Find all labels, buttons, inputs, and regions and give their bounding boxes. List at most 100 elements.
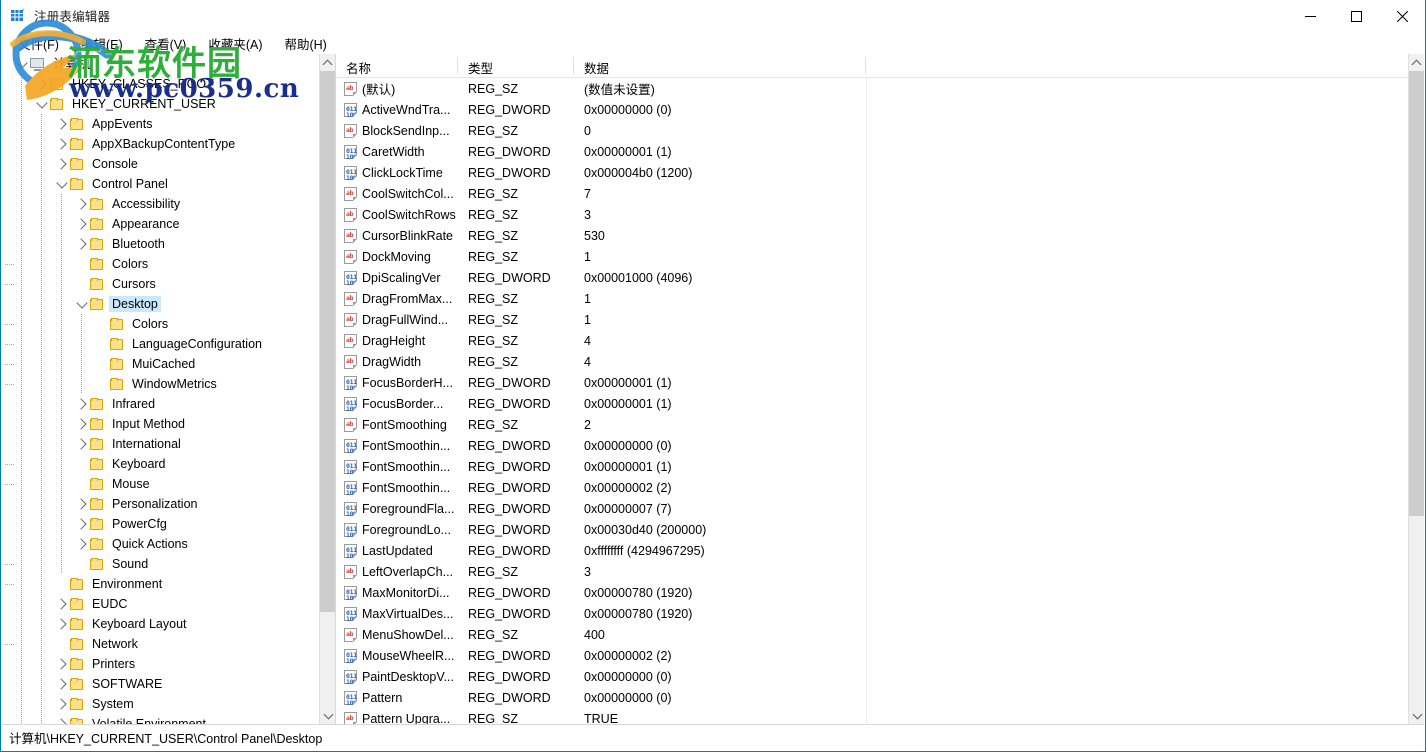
values-list-row[interactable]: ab LeftOverlapCh... REG_SZ 3 [336, 561, 1408, 582]
tree-item-system[interactable]: System [2, 694, 319, 714]
chevron-right-icon[interactable] [34, 74, 50, 94]
tree-item-appevents[interactable]: AppEvents [2, 114, 319, 134]
tree-item-console[interactable]: Console [2, 154, 319, 174]
tree-item-[interactable]: 计算机 [2, 54, 319, 74]
tree-item-printers[interactable]: Printers [2, 654, 319, 674]
tree-scroll-up-button[interactable] [320, 54, 335, 71]
values-list-row[interactable]: ab MenuShowDel... REG_SZ 400 [336, 624, 1408, 645]
tree-item-input-method[interactable]: Input Method [2, 414, 319, 434]
chevron-right-icon[interactable] [54, 614, 70, 634]
chevron-down-icon[interactable] [54, 174, 70, 194]
values-list-row[interactable]: ab BlockSendInp... REG_SZ 0 [336, 120, 1408, 141]
list-scroll-up-button[interactable] [1409, 54, 1424, 71]
values-list-row[interactable]: 011 100 Pattern REG_DWORD 0x00000000 (0) [336, 687, 1408, 708]
chevron-right-icon[interactable] [54, 694, 70, 714]
close-button[interactable] [1379, 0, 1425, 32]
values-list-row[interactable]: ab DockMoving REG_SZ 1 [336, 246, 1408, 267]
tree-item-windowmetrics[interactable]: WindowMetrics [2, 374, 319, 394]
tree-item-quick-actions[interactable]: Quick Actions [2, 534, 319, 554]
tree-item-infrared[interactable]: Infrared [2, 394, 319, 414]
values-list-row[interactable]: ab CoolSwitchRows REG_SZ 3 [336, 204, 1408, 225]
maximize-button[interactable] [1333, 0, 1379, 32]
tree-item-muicached[interactable]: MuiCached [2, 354, 319, 374]
values-list-row[interactable]: ab (默认) REG_SZ (数值未设置) [336, 78, 1408, 99]
menu-favorites[interactable]: 收藏夹(A) [197, 32, 273, 55]
values-list-row[interactable]: 011 100 MouseWheelR... REG_DWORD 0x00000002 … [336, 645, 1408, 666]
menu-edit[interactable]: 编辑(E) [70, 32, 134, 55]
column-header-name[interactable]: 名称 [336, 54, 458, 77]
chevron-right-icon[interactable] [74, 494, 90, 514]
chevron-right-icon[interactable] [54, 654, 70, 674]
chevron-right-icon[interactable] [74, 414, 90, 434]
chevron-right-icon[interactable] [54, 154, 70, 174]
values-list-row[interactable]: 011 100 FocusBorder... REG_DWORD 0x00000001 … [336, 393, 1408, 414]
chevron-down-icon[interactable] [14, 54, 30, 74]
chevron-right-icon[interactable] [74, 514, 90, 534]
list-scrollbar-thumb[interactable] [1409, 71, 1424, 516]
chevron-down-icon[interactable] [34, 94, 50, 114]
tree-item-sound[interactable]: Sound [2, 554, 319, 574]
chevron-right-icon[interactable] [54, 674, 70, 694]
tree-item-environment[interactable]: Environment [2, 574, 319, 594]
values-list-row[interactable]: 011 100 DpiScalingVer REG_DWORD 0x00001000 (… [336, 267, 1408, 288]
tree-item-mouse[interactable]: Mouse [2, 474, 319, 494]
column-header-spacer[interactable] [866, 54, 1424, 77]
chevron-down-icon[interactable] [74, 294, 90, 314]
menu-file[interactable]: 文件(F) [7, 32, 70, 55]
tree-scroll-down-button[interactable] [320, 707, 335, 724]
values-list-row[interactable]: ab DragHeight REG_SZ 4 [336, 330, 1408, 351]
tree-item-control-panel[interactable]: Control Panel [2, 174, 319, 194]
tree-item-keyboard-layout[interactable]: Keyboard Layout [2, 614, 319, 634]
values-list-row[interactable]: ab DragWidth REG_SZ 4 [336, 351, 1408, 372]
chevron-right-icon[interactable] [74, 434, 90, 454]
tree-item-hkey-current-user[interactable]: HKEY_CURRENT_USER [2, 94, 319, 114]
values-list-row[interactable]: ab Pattern Upgra... REG_SZ TRUE [336, 708, 1408, 724]
tree-item-appearance[interactable]: Appearance [2, 214, 319, 234]
tree-item-accessibility[interactable]: Accessibility [2, 194, 319, 214]
tree-item-keyboard[interactable]: Keyboard [2, 454, 319, 474]
tree-scrollbar[interactable] [319, 54, 335, 724]
menu-help[interactable]: 帮助(H) [273, 32, 337, 55]
tree-item-volatile-environment[interactable]: Volatile Environment [2, 714, 319, 724]
chevron-right-icon[interactable] [54, 714, 70, 724]
chevron-right-icon[interactable] [74, 234, 90, 254]
chevron-right-icon[interactable] [54, 594, 70, 614]
values-list-row[interactable]: 011 100 ActiveWndTra... REG_DWORD 0x00000000… [336, 99, 1408, 120]
values-list-row[interactable]: 011 100 MaxMonitorDi... REG_DWORD 0x00000780… [336, 582, 1408, 603]
values-list-row[interactable]: ab FontSmoothing REG_SZ 2 [336, 414, 1408, 435]
tree-scrollbar-thumb[interactable] [320, 71, 335, 612]
tree-item-software[interactable]: SOFTWARE [2, 674, 319, 694]
tree-item-bluetooth[interactable]: Bluetooth [2, 234, 319, 254]
chevron-right-icon[interactable] [74, 194, 90, 214]
list-scroll-down-button[interactable] [1409, 707, 1424, 724]
minimize-button[interactable] [1287, 0, 1333, 32]
tree-item-international[interactable]: International [2, 434, 319, 454]
chevron-right-icon[interactable] [74, 214, 90, 234]
values-list-row[interactable]: ab DragFullWind... REG_SZ 1 [336, 309, 1408, 330]
chevron-right-icon[interactable] [54, 134, 70, 154]
tree-item-languageconfiguration[interactable]: LanguageConfiguration [2, 334, 319, 354]
tree-item-cursors[interactable]: Cursors [2, 274, 319, 294]
tree-item-network[interactable]: Network [2, 634, 319, 654]
values-list-row[interactable]: 011 100 ClickLockTime REG_DWORD 0x000004b0 (… [336, 162, 1408, 183]
menu-view[interactable]: 查看(V) [134, 32, 198, 55]
values-list-row[interactable]: 011 100 ForegroundFla... REG_DWORD 0x0000000… [336, 498, 1408, 519]
tree-item-colors[interactable]: Colors [2, 314, 319, 334]
tree-item-personalization[interactable]: Personalization [2, 494, 319, 514]
values-list-row[interactable]: 011 100 FocusBorderH... REG_DWORD 0x00000001… [336, 372, 1408, 393]
values-list-row[interactable]: ab DragFromMax... REG_SZ 1 [336, 288, 1408, 309]
values-list-row[interactable]: ab CursorBlinkRate REG_SZ 530 [336, 225, 1408, 246]
values-list-body[interactable]: ab (默认) REG_SZ (数值未设置) 011 100 ActiveWndTra...… [336, 78, 1408, 724]
values-list-row[interactable]: 011 100 LastUpdated REG_DWORD 0xffffffff (42… [336, 540, 1408, 561]
column-header-data[interactable]: 数据 [574, 54, 866, 77]
values-list-row[interactable]: 011 100 FontSmoothin... REG_DWORD 0x00000001… [336, 456, 1408, 477]
list-scrollbar[interactable] [1408, 54, 1424, 724]
tree-item-powercfg[interactable]: PowerCfg [2, 514, 319, 534]
values-list-row[interactable]: 011 100 CaretWidth REG_DWORD 0x00000001 (1) [336, 141, 1408, 162]
values-list-row[interactable]: 011 100 MaxVirtualDes... REG_DWORD 0x0000078… [336, 603, 1408, 624]
chevron-right-icon[interactable] [54, 114, 70, 134]
column-header-type[interactable]: 类型 [458, 54, 574, 77]
values-list-row[interactable]: 011 100 ForegroundLo... REG_DWORD 0x00030d40… [336, 519, 1408, 540]
tree-item-desktop[interactable]: Desktop [2, 294, 319, 314]
tree-item-appxbackupcontenttype[interactable]: AppXBackupContentType [2, 134, 319, 154]
